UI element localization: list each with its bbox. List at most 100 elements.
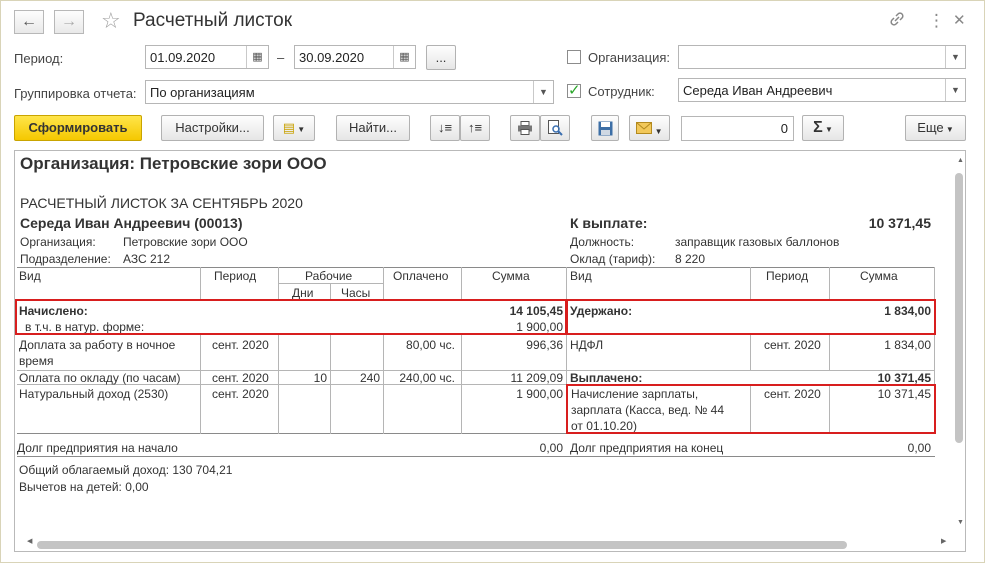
vertical-scrollbar-thumb[interactable] (955, 173, 963, 443)
chevron-down-icon: ▼ (822, 125, 833, 134)
favorite-star-icon[interactable]: ☆ (101, 8, 121, 34)
employee-name: Середа Иван Андреевич (00013) (20, 215, 243, 231)
col-line (750, 267, 751, 301)
floppy-disk-icon (598, 121, 612, 136)
report-variants-icon: ▤ (282, 120, 296, 135)
table-top-line (17, 267, 935, 268)
chevron-down-icon: ▼ (652, 127, 663, 136)
col-line (829, 267, 830, 301)
date-to-field[interactable]: 30.09.2020 ▦ (294, 45, 416, 69)
envelope-icon (636, 122, 653, 134)
date-from-field[interactable]: 01.09.2020 ▦ (145, 45, 269, 69)
debt-start-label: Долг предприятия на начало (17, 441, 178, 455)
paid-out-label: Выплачено: (570, 371, 643, 385)
grouping-label: Группировка отчета: (14, 86, 137, 101)
dept-label: Подразделение: (20, 252, 111, 266)
header-working: Рабочие (305, 269, 353, 283)
find-button[interactable]: Найти... (336, 115, 410, 141)
employee-label: Сотрудник: (588, 84, 655, 99)
save-button[interactable] (591, 115, 619, 141)
more-vertical-icon[interactable]: ⋮ (928, 11, 945, 31)
calendar-icon[interactable]: ▦ (246, 46, 268, 68)
header-paid: Оплачено (393, 269, 449, 283)
chevron-down-icon[interactable]: ▼ (945, 79, 965, 101)
employee-checkbox[interactable] (567, 81, 581, 99)
variant-menu-button[interactable]: ▤ ▼ (273, 115, 315, 141)
settings-button[interactable]: Настройки... (161, 115, 264, 141)
forward-button[interactable]: → (54, 10, 84, 34)
header-sum: Сумма (492, 269, 530, 283)
chevron-down-icon[interactable]: ▼ (533, 81, 553, 103)
arrow-left-icon: ← (21, 13, 37, 30)
sheet-title: РАСЧЕТНЫЙ ЛИСТОК ЗА СЕНТЯБРЬ 2020 (20, 195, 303, 211)
sort-descending-button[interactable]: ↓≡ (430, 115, 460, 141)
dept-value: АЗС 212 (123, 252, 171, 266)
org-value: Петровские зори ООО (123, 235, 248, 249)
close-icon[interactable]: ✕ (953, 11, 966, 29)
employee-value: Середа Иван Андреевич (683, 83, 833, 98)
row2-hours: 240 (359, 371, 380, 385)
more-menu-button[interactable]: Еще ▼ (905, 115, 966, 141)
salary-value: 8 220 (675, 252, 706, 266)
highlight-accrued (15, 299, 567, 335)
link-icon[interactable] (889, 11, 905, 32)
debt-bottom-line (17, 456, 935, 457)
print-preview-icon (548, 120, 563, 136)
highlight-payout (566, 384, 936, 434)
highlight-withheld (566, 299, 936, 335)
col-line (750, 334, 751, 370)
generate-button[interactable]: Сформировать (14, 115, 142, 141)
scroll-down-icon[interactable]: ▼ (957, 519, 964, 526)
sort-ascending-icon: ↑≡ (467, 120, 483, 135)
date-to-value: 30.09.2020 (299, 50, 365, 65)
horizontal-scrollbar-thumb[interactable] (37, 541, 847, 549)
salary-label: Оклад (тариф): (570, 252, 656, 266)
organization-checkbox[interactable] (567, 50, 581, 64)
window-title: Расчетный листок (133, 10, 293, 31)
taxable-income: Общий облагаемый доход: 130 704,21 (19, 463, 233, 477)
row2-sum: 11 209,09 (510, 371, 564, 385)
col-line (330, 334, 331, 434)
report-document[interactable]: Организация: Петровские зори ООО РАСЧЕТН… (14, 150, 966, 552)
back-button[interactable]: ← (14, 10, 44, 34)
grouping-select[interactable]: По организациям ▼ (145, 80, 554, 104)
period-select-button[interactable]: ... (426, 45, 456, 70)
scroll-left-icon[interactable]: ◀ (27, 537, 32, 545)
debt-end-value: 0,00 (907, 441, 931, 455)
row1-period: сент. 2020 (212, 338, 269, 352)
row1-kind-line2: время (19, 354, 54, 368)
row3-kind: Натуральный доход (2530) (19, 387, 169, 401)
header-period: Период (214, 269, 257, 283)
employee-field[interactable]: Середа Иван Андреевич ▼ (678, 78, 966, 102)
row3-sum: 1 900,00 (516, 387, 563, 401)
org-label: Организация: (20, 235, 96, 249)
print-preview-button[interactable] (540, 115, 570, 141)
print-button[interactable] (510, 115, 540, 141)
chevron-down-icon[interactable]: ▼ (945, 46, 965, 68)
col-line (278, 267, 279, 301)
sort-ascending-button[interactable]: ↑≡ (460, 115, 490, 141)
col-line (278, 334, 279, 434)
sum-menu-button[interactable]: Σ ▼ (802, 115, 844, 141)
header-days: Дни (292, 286, 314, 300)
send-email-button[interactable]: ▼ (629, 115, 670, 141)
header-hours: Часы (341, 286, 371, 300)
row1-kind: Доплата за работу в ночное (19, 338, 176, 352)
position-value: заправщик газовых баллонов (675, 235, 840, 249)
selected-sum-field[interactable]: 0 (681, 116, 794, 141)
organization-field[interactable]: ▼ (678, 45, 966, 69)
more-label: Еще (917, 120, 944, 135)
header-kind: Вид (19, 269, 41, 283)
period-label: Период: (14, 51, 64, 66)
scroll-right-icon[interactable]: ▶ (941, 537, 946, 545)
row2-days: 10 (313, 371, 327, 385)
to-pay-value: 10 371,45 (868, 215, 931, 231)
debt-start-value: 0,00 (539, 441, 563, 455)
to-pay-label: К выплате: (570, 215, 648, 231)
row2-paid: 240,00 чс. (399, 371, 455, 385)
header-sum-right: Сумма (860, 269, 898, 283)
calendar-icon[interactable]: ▦ (393, 46, 415, 68)
scroll-up-icon[interactable]: ▲ (957, 157, 964, 164)
col-line (829, 334, 830, 370)
debt-end-label: Долг предприятия на конец (570, 441, 724, 455)
